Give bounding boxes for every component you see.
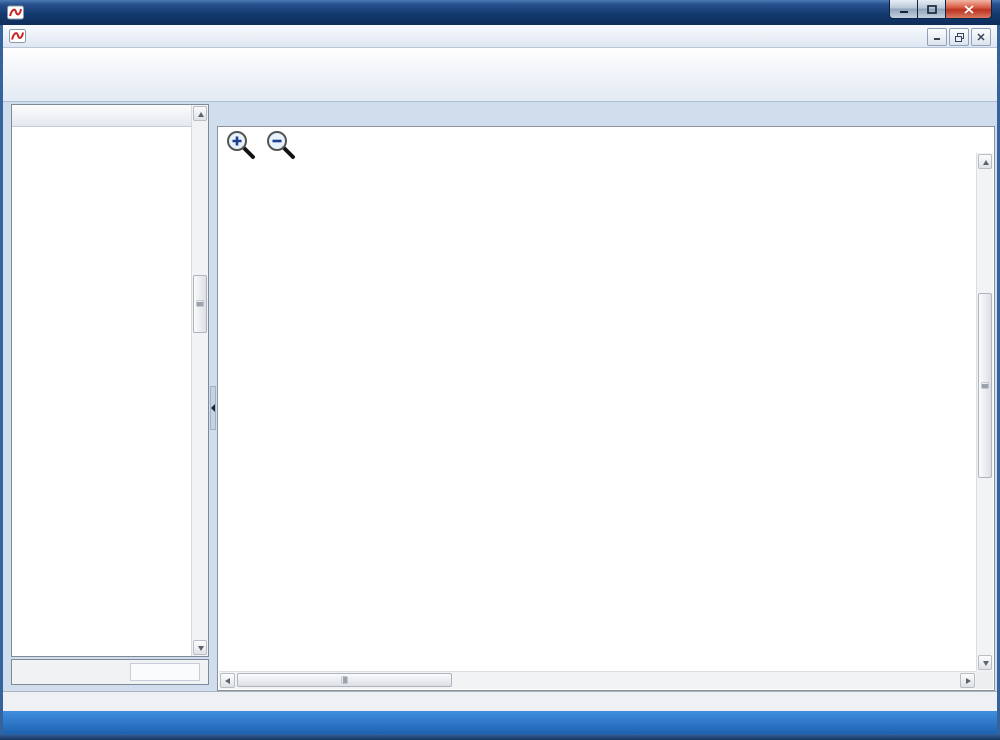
status-bar xyxy=(3,691,997,711)
style-type-tree-panel xyxy=(11,104,209,657)
mdi-restore-icon xyxy=(955,33,964,42)
bottom-info-bar xyxy=(3,711,997,734)
maximize-icon xyxy=(927,5,937,14)
zoom-in-icon[interactable] xyxy=(226,130,256,160)
grid-scroll-right-icon[interactable] xyxy=(960,673,975,688)
toolbar xyxy=(3,48,997,102)
mdi-minimize-button[interactable] xyxy=(927,28,947,46)
mdi-close-icon xyxy=(977,33,985,41)
menu-bar xyxy=(3,25,997,48)
tree-scroll-up-icon[interactable] xyxy=(193,106,207,121)
tab-bar xyxy=(217,104,995,126)
mdi-restore-button[interactable] xyxy=(949,28,969,46)
minimize-button[interactable] xyxy=(889,0,918,19)
mdi-close-button[interactable] xyxy=(971,28,991,46)
maximize-button[interactable] xyxy=(918,0,946,19)
grid-scroll-up-icon[interactable] xyxy=(978,154,992,169)
close-button[interactable] xyxy=(946,0,992,19)
app-logo-icon xyxy=(7,5,24,20)
frequency-box xyxy=(11,659,209,685)
mdi-minimize-icon xyxy=(933,33,941,41)
title-bar xyxy=(0,0,1000,25)
grid-horizontal-scrollbar[interactable] xyxy=(219,671,976,689)
scrollbar-corner xyxy=(976,671,993,689)
tree-scroll-thumb[interactable] xyxy=(193,275,207,333)
grid-hscroll-thumb[interactable] xyxy=(237,673,452,687)
window-bottom-border xyxy=(0,734,1000,740)
tree-header xyxy=(12,105,191,127)
splitter-collapse-icon[interactable] xyxy=(210,386,216,430)
grid-scroll-thumb[interactable] xyxy=(978,293,992,478)
grid-scroll-left-icon[interactable] xyxy=(220,673,235,688)
minimize-icon xyxy=(899,5,909,14)
workspace xyxy=(3,102,997,691)
close-icon xyxy=(964,5,974,14)
frequency-value xyxy=(130,663,200,681)
grid-vertical-scrollbar[interactable] xyxy=(976,153,993,671)
menu-app-icon xyxy=(9,28,26,44)
tree-scroll-down-icon[interactable] xyxy=(193,640,207,655)
tree-scrollbar[interactable] xyxy=(191,105,208,656)
panel-splitter[interactable] xyxy=(209,104,217,688)
grid-viewport xyxy=(219,159,976,671)
zoom-out-icon[interactable] xyxy=(266,130,296,160)
app-window xyxy=(0,0,1000,740)
grid-scroll-down-icon[interactable] xyxy=(978,655,992,670)
main-panel xyxy=(217,104,995,691)
thumbnail-grid xyxy=(217,126,995,691)
